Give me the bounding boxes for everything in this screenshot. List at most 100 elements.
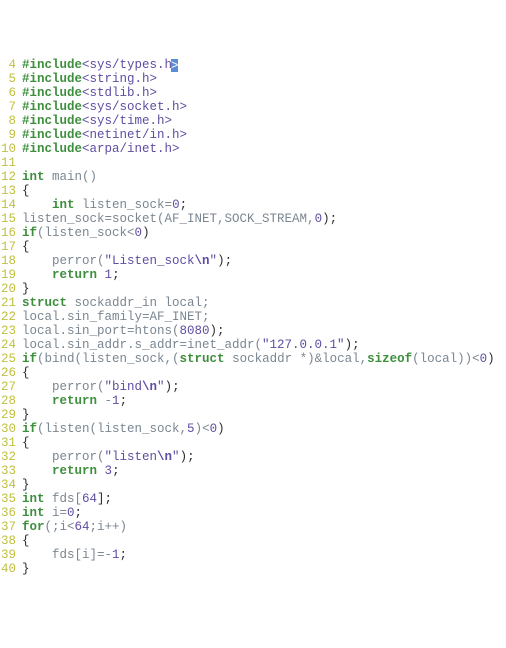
code-content: if(listen(listen_sock,5)<0) bbox=[18, 422, 225, 436]
token bbox=[22, 394, 52, 408]
token: 0 bbox=[480, 352, 488, 366]
token: #include bbox=[22, 86, 82, 100]
token: <sys/time.h> bbox=[82, 114, 172, 128]
token: } bbox=[22, 478, 30, 492]
line-number: 12 bbox=[0, 170, 18, 184]
line-number: 34 bbox=[0, 478, 18, 492]
code-content: int main() bbox=[18, 170, 97, 184]
token: (;i< bbox=[45, 520, 75, 534]
token: 1 bbox=[105, 268, 113, 282]
token: sizeof bbox=[367, 352, 412, 366]
token: 3 bbox=[105, 464, 113, 478]
token: 1 bbox=[112, 548, 120, 562]
code-content: #include<arpa/inet.h> bbox=[18, 142, 180, 156]
line-number: 5 bbox=[0, 72, 18, 86]
token: ;i++) bbox=[90, 520, 128, 534]
line-number: 27 bbox=[0, 380, 18, 394]
code-line: 34} bbox=[0, 478, 506, 492]
token: <netinet/in.h> bbox=[82, 128, 187, 142]
code-line: 8#include<sys/time.h> bbox=[0, 114, 506, 128]
code-content: { bbox=[18, 534, 30, 548]
token: int bbox=[22, 170, 45, 184]
line-number: 22 bbox=[0, 310, 18, 324]
token: { bbox=[22, 366, 30, 380]
code-line: 33 return 3; bbox=[0, 464, 506, 478]
token: "Listen_sock bbox=[105, 254, 195, 268]
line-number: 26 bbox=[0, 366, 18, 380]
code-line: 15listen_sock=socket(AF_INET,SOCK_STREAM… bbox=[0, 212, 506, 226]
token: <arpa/inet.h> bbox=[82, 142, 180, 156]
token: " bbox=[157, 380, 165, 394]
token bbox=[22, 198, 52, 212]
line-number: 11 bbox=[0, 156, 18, 170]
token: local.sin_addr.s_addr=inet_addr( bbox=[22, 338, 262, 352]
token: if bbox=[22, 226, 37, 240]
token: #include bbox=[22, 72, 82, 86]
line-number: 19 bbox=[0, 268, 18, 282]
code-content: { bbox=[18, 436, 30, 450]
token: perror( bbox=[22, 254, 105, 268]
code-line: 18 perror("Listen_sock\n"); bbox=[0, 254, 506, 268]
text-cursor: > bbox=[171, 59, 178, 72]
line-number: 17 bbox=[0, 240, 18, 254]
code-line: 13{ bbox=[0, 184, 506, 198]
token: #include bbox=[22, 142, 82, 156]
token: ; bbox=[120, 548, 128, 562]
token: ); bbox=[165, 380, 180, 394]
line-number: 35 bbox=[0, 492, 18, 506]
token: \n bbox=[195, 254, 210, 268]
token: } bbox=[22, 282, 30, 296]
token: (listen(listen_sock, bbox=[37, 422, 187, 436]
token: sockaddr_in local; bbox=[67, 296, 210, 310]
code-content: #include<sys/time.h> bbox=[18, 114, 172, 128]
token: #include bbox=[22, 58, 82, 72]
token: ; bbox=[112, 464, 120, 478]
token: main() bbox=[45, 170, 98, 184]
token: int bbox=[52, 198, 75, 212]
token: perror( bbox=[22, 450, 105, 464]
token: 8080 bbox=[180, 324, 210, 338]
code-content: { bbox=[18, 366, 30, 380]
code-line: 7#include<sys/socket.h> bbox=[0, 100, 506, 114]
code-content: local.sin_port=htons(8080); bbox=[18, 324, 225, 338]
token: 0 bbox=[210, 422, 218, 436]
token: return bbox=[52, 464, 97, 478]
code-content: if(listen_sock<0) bbox=[18, 226, 150, 240]
code-line: 30if(listen(listen_sock,5)<0) bbox=[0, 422, 506, 436]
line-number: 6 bbox=[0, 86, 18, 100]
line-number: 31 bbox=[0, 436, 18, 450]
line-number: 30 bbox=[0, 422, 18, 436]
token bbox=[97, 268, 105, 282]
line-number: 16 bbox=[0, 226, 18, 240]
token: 0 bbox=[315, 212, 323, 226]
code-line: 20} bbox=[0, 282, 506, 296]
code-line: 23local.sin_port=htons(8080); bbox=[0, 324, 506, 338]
token: ); bbox=[217, 254, 232, 268]
code-line: 14 int listen_sock=0; bbox=[0, 198, 506, 212]
code-line: 24local.sin_addr.s_addr=inet_addr("127.0… bbox=[0, 338, 506, 352]
code-content: { bbox=[18, 184, 30, 198]
token: 64 bbox=[82, 492, 97, 506]
code-line: 35int fds[64]; bbox=[0, 492, 506, 506]
code-content: perror("Listen_sock\n"); bbox=[18, 254, 232, 268]
line-number: 9 bbox=[0, 128, 18, 142]
token: ); bbox=[210, 324, 225, 338]
code-content: #include<sys/socket.h> bbox=[18, 100, 187, 114]
line-number: 13 bbox=[0, 184, 18, 198]
code-content: return 3; bbox=[18, 464, 120, 478]
code-editor[interactable]: 4#include<sys/types.h>5#include<string.h… bbox=[0, 58, 506, 576]
token: ) bbox=[217, 422, 225, 436]
line-number: 21 bbox=[0, 296, 18, 310]
code-line: 4#include<sys/types.h> bbox=[0, 58, 506, 72]
code-content: listen_sock=socket(AF_INET,SOCK_STREAM,0… bbox=[18, 212, 337, 226]
token: 5 bbox=[187, 422, 195, 436]
token: <stdlib.h> bbox=[82, 86, 157, 100]
token: ) bbox=[487, 352, 495, 366]
token: ; bbox=[180, 198, 188, 212]
token: listen_sock= bbox=[75, 198, 173, 212]
code-line: 11 bbox=[0, 156, 506, 170]
code-content: { bbox=[18, 240, 30, 254]
code-line: 22local.sin_family=AF_INET; bbox=[0, 310, 506, 324]
code-content: #include<string.h> bbox=[18, 72, 157, 86]
code-line: 5#include<string.h> bbox=[0, 72, 506, 86]
